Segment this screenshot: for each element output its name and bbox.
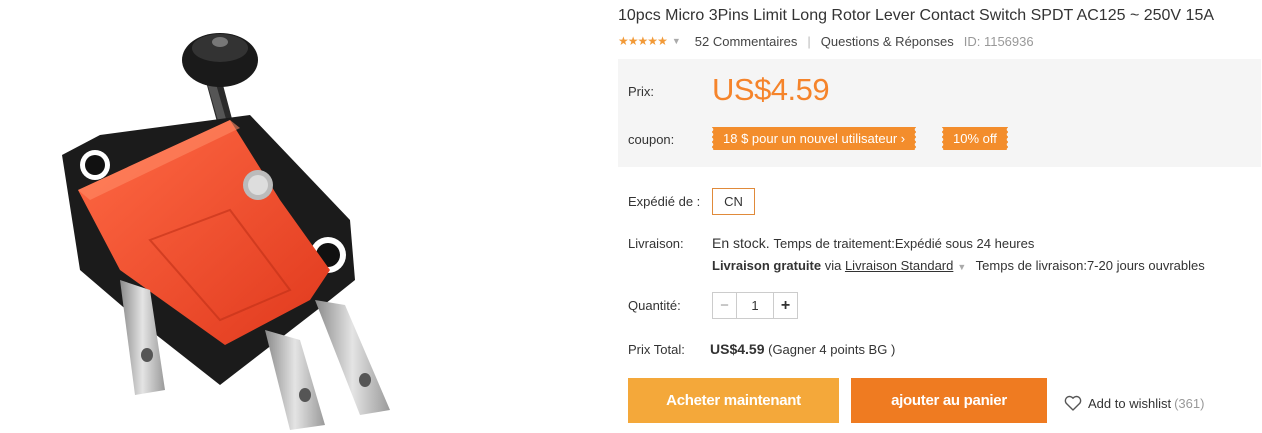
divider: |: [807, 33, 811, 49]
heart-icon: [1064, 395, 1082, 411]
star-icon: ★: [618, 34, 629, 48]
stock-text: En stock.: [712, 235, 770, 251]
shipping-method-select[interactable]: Livraison Standard: [845, 258, 953, 273]
qa-link[interactable]: Questions & Réponses: [821, 34, 954, 49]
star-icon: ★: [627, 34, 639, 48]
coupon-discount[interactable]: 10% off: [941, 127, 1008, 150]
product-info-panel: 10pcs Micro 3Pins Limit Long Rotor Lever…: [618, 0, 1262, 433]
caret-down-icon[interactable]: ▼: [957, 262, 966, 272]
star-icon: ★: [637, 34, 649, 48]
quantity-increase-button[interactable]: +: [773, 293, 797, 318]
reviews-link[interactable]: 52 Commentaires: [695, 34, 798, 49]
origin-option-cn[interactable]: CN: [712, 188, 755, 215]
rating-stars[interactable]: ★ ★ ★ ★ ★ ▼: [618, 35, 695, 47]
product-image[interactable]: [0, 0, 600, 433]
coupon-label: coupon:: [628, 132, 675, 147]
star-icon: ★: [657, 34, 668, 48]
processing-time: Temps de traitement:Expédié sous 24 heur…: [773, 236, 1035, 251]
price-box: Prix: US$4.59 coupon: 18 $ pour un nouve…: [618, 59, 1261, 167]
coupon-new-user[interactable]: 18 $ pour un nouvel utilisateur ›: [710, 127, 917, 150]
quantity-stepper: − 1 +: [712, 292, 798, 319]
quantity-label: Quantité:: [628, 298, 681, 313]
delivery-time: Temps de livraison:7-20 jours ouvrables: [975, 258, 1205, 273]
total-amount: US$4.59: [710, 341, 765, 357]
product-title: 10pcs Micro 3Pins Limit Long Rotor Lever…: [618, 7, 1215, 24]
quantity-input[interactable]: 1: [737, 293, 773, 318]
limit-switch-photo: [62, 33, 390, 430]
points-text: (Gagner 4 points BG ): [768, 342, 896, 357]
wishlist-count: (361): [1174, 395, 1205, 411]
product-id: ID: 1156936: [963, 33, 1034, 49]
free-shipping: Livraison gratuite: [712, 258, 822, 273]
quantity-decrease-button[interactable]: −: [713, 293, 737, 318]
caret-down-icon[interactable]: ▼: [672, 36, 681, 46]
delivery-label: Livraison:: [628, 236, 684, 251]
via-text: via: [824, 258, 842, 273]
total-price: US$4.59 (Gagner 4 points BG ): [710, 341, 895, 357]
shipping-info: Livraison gratuite via Livraison Standar…: [712, 258, 1205, 273]
stock-status: En stock. Temps de traitement:Expédié so…: [712, 235, 1034, 251]
add-to-cart-button[interactable]: ajouter au panier: [851, 378, 1047, 423]
shipped-from-label: Expédié de :: [628, 194, 701, 209]
price-value: US$4.59: [712, 72, 830, 107]
add-to-wishlist-button[interactable]: Add to wishlist (361): [1064, 395, 1204, 411]
buy-now-button[interactable]: Acheter maintenant: [628, 378, 839, 423]
price-label: Prix:: [628, 84, 654, 99]
wishlist-label: Add to wishlist: [1088, 395, 1172, 411]
star-icon: ★: [647, 34, 658, 48]
product-meta-row: ★ ★ ★ ★ ★ ▼ 52 Commentaires | Questions …: [618, 33, 1034, 49]
total-label: Prix Total:: [628, 342, 685, 357]
